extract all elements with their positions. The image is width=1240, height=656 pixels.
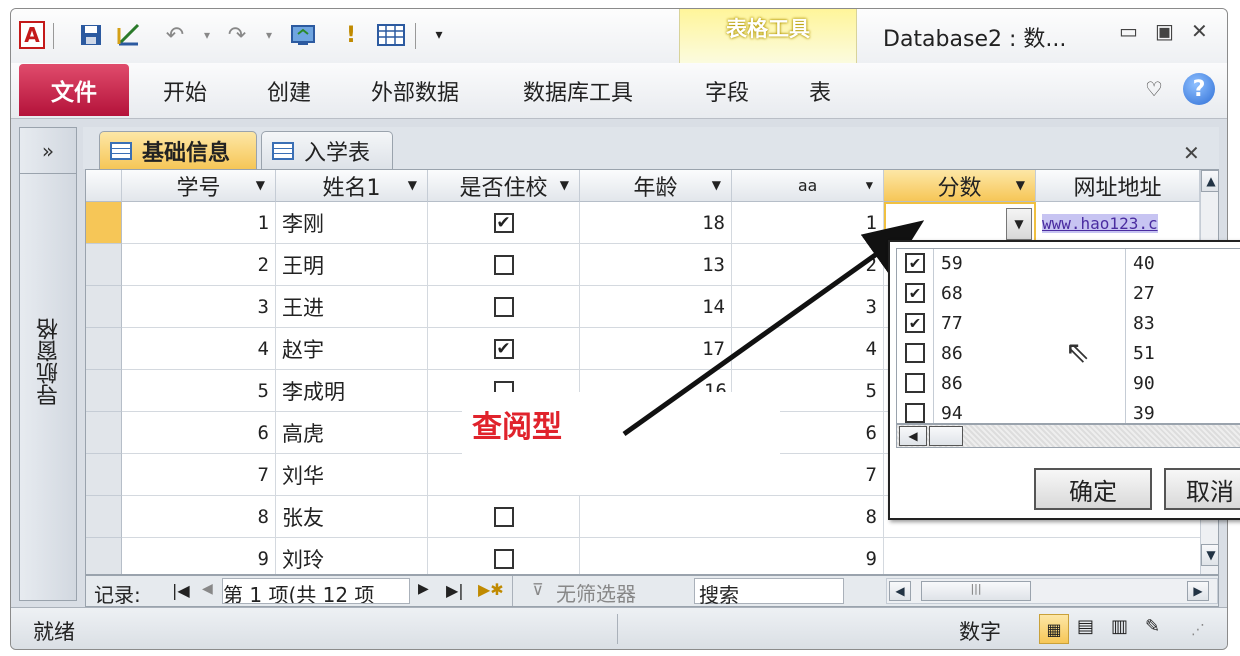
lookup-item[interactable]: ✔ 68 27: [897, 279, 1240, 309]
lookup-list: ✔ 59 40 ✔ 68 27 ✔ 77 83 86 51 86 90 94 3…: [896, 248, 1240, 424]
list-divider: [933, 249, 934, 423]
list-divider: [1125, 249, 1126, 423]
lookup-item[interactable]: 94 39: [897, 399, 1240, 423]
checkbox-unchecked[interactable]: [905, 373, 925, 393]
checkbox-unchecked[interactable]: [905, 403, 925, 423]
mouse-cursor-icon: ⇖: [1065, 335, 1091, 370]
ok-button[interactable]: 确定: [1034, 468, 1152, 510]
cancel-button[interactable]: 取消: [1164, 468, 1240, 510]
scroll-left-icon[interactable]: ◀: [899, 426, 927, 446]
lookup-dropdown-popup: ✔ 59 40 ✔ 68 27 ✔ 77 83 86 51 86 90 94 3…: [888, 240, 1240, 520]
checkbox-checked[interactable]: ✔: [905, 253, 925, 273]
lookup-item[interactable]: 86 90: [897, 369, 1240, 399]
lookup-item[interactable]: ✔ 59 40: [897, 249, 1240, 279]
checkbox-unchecked[interactable]: [905, 343, 925, 363]
arrow-line: [622, 220, 925, 437]
checkbox-checked[interactable]: ✔: [905, 283, 925, 303]
checkbox-checked[interactable]: ✔: [905, 313, 925, 333]
popup-horizontal-scrollbar[interactable]: ◀: [896, 424, 1240, 448]
scroll-thumb[interactable]: [929, 426, 963, 446]
